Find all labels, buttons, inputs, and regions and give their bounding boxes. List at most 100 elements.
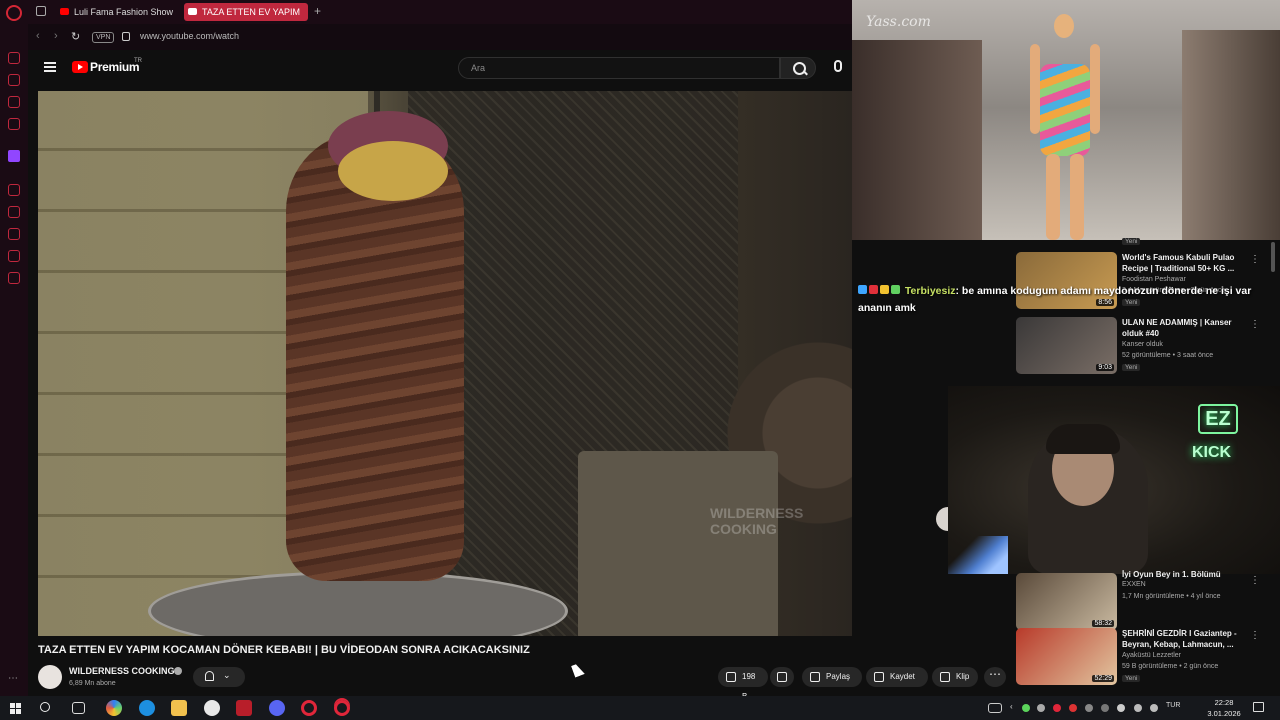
dislike-button[interactable]: [770, 667, 794, 687]
notification-bell-button[interactable]: ⌄: [193, 667, 245, 687]
suggestion-meta: 52 görüntüleme • 3 saat önce: [1122, 352, 1214, 359]
opera-icon[interactable]: [301, 700, 317, 716]
opera-logo-icon[interactable]: [6, 5, 22, 21]
youtube-logo-icon[interactable]: [72, 61, 88, 73]
video-player[interactable]: WILDERNESS COOKING: [38, 91, 852, 636]
search-input[interactable]: Ara: [458, 57, 780, 79]
tray-app-icon[interactable]: [1085, 704, 1093, 712]
volume-icon[interactable]: [1150, 704, 1158, 712]
sidebar-aria-icon[interactable]: [8, 52, 20, 64]
discord-icon[interactable]: [269, 700, 285, 716]
bell-icon: [205, 671, 214, 681]
video-thumbnail[interactable]: 9:03: [1016, 317, 1117, 374]
audio-playing-icon: [188, 8, 197, 15]
share-icon: [810, 672, 820, 682]
notification-icon[interactable]: [1253, 702, 1264, 712]
clock-date: 3.01.2026: [1207, 709, 1241, 718]
browser-sidebar: ⋯: [0, 0, 28, 696]
network-icon[interactable]: [1134, 704, 1142, 712]
file-explorer-icon[interactable]: [171, 700, 187, 716]
tray-chevron-icon[interactable]: ‹: [1010, 702, 1013, 711]
list-item[interactable]: Yeni: [1016, 238, 1266, 252]
windows-start-icon[interactable]: [10, 703, 21, 714]
chat-username: Terbiyesiz: [904, 285, 956, 297]
sidebar-instagram-icon[interactable]: [8, 118, 20, 130]
search-button[interactable]: [780, 57, 816, 79]
sidebar-history-icon[interactable]: [8, 228, 20, 240]
task-view-icon[interactable]: [72, 702, 85, 714]
microphone-tray-icon[interactable]: [1117, 704, 1125, 712]
kebab-menu-icon[interactable]: ⋮: [1250, 319, 1260, 330]
tray-app-icon[interactable]: [1101, 704, 1109, 712]
kebab-menu-icon[interactable]: ⋮: [1250, 254, 1260, 265]
sidebar-extensions-icon[interactable]: [8, 250, 20, 262]
suggestion-title[interactable]: ŞEHRİNİ GEZDİR I Gaziantep - Beyran, Keb…: [1122, 628, 1246, 650]
runway-crowd-left: [852, 40, 982, 240]
sidebar-more-icon[interactable]: ⋯: [8, 673, 18, 684]
sidebar-player-icon[interactable]: [8, 184, 20, 196]
list-item[interactable]: 9:03 ULAN NE ADAMMIŞ | Kanser olduk #40 …: [1016, 317, 1266, 377]
tab-islands-icon[interactable]: [36, 6, 46, 16]
suggestion-title[interactable]: İyi Oyun Bey in 1. Bölümü: [1122, 569, 1246, 580]
more-actions-button[interactable]: ⋯: [984, 667, 1006, 687]
url-field[interactable]: www.youtube.com/watch: [140, 31, 239, 41]
runway-watermark: Yass.com: [866, 14, 931, 30]
forward-icon[interactable]: ›: [54, 30, 58, 42]
model-head: [1054, 14, 1074, 38]
tab-luli-fama[interactable]: Luli Fama Fashion Show S: [56, 3, 176, 21]
video-watermark: WILDERNESS COOKING: [710, 505, 804, 537]
chat-message: Terbiyesiz: be amına kodugum adamı maydo…: [858, 283, 1278, 317]
tab-taza-etten[interactable]: TAZA ETTEN EV YAPIM: [184, 3, 308, 21]
sidebar-bookmarks-icon[interactable]: [8, 206, 20, 218]
suggestion-title[interactable]: World's Famous Kabuli Pulao Recipe | Tra…: [1122, 252, 1246, 274]
new-badge: Yeni: [1122, 364, 1141, 371]
back-icon[interactable]: ‹: [36, 30, 40, 42]
opera-gx-icon[interactable]: [334, 700, 350, 716]
kebab-menu-icon[interactable]: ⋮: [1250, 630, 1260, 641]
streamer-hair: [1046, 424, 1120, 454]
app-icon[interactable]: [236, 700, 252, 716]
reload-icon[interactable]: ↻: [71, 30, 80, 43]
channel-avatar[interactable]: [38, 665, 62, 689]
tray-app-icon[interactable]: [1022, 704, 1030, 712]
tray-app-icon[interactable]: [1053, 704, 1061, 712]
list-item[interactable]: 58:32 İyi Oyun Bey in 1. Bölümü EXXEN 1,…: [1016, 570, 1266, 633]
tray-app-icon[interactable]: [1069, 704, 1077, 712]
neon-sign-ez: EZ: [1198, 404, 1238, 434]
video-title: TAZA ETTEN EV YAPIM KOCAMAN DÖNER KEBABI…: [38, 644, 530, 656]
suggestion-channel[interactable]: Foodistan Peshawar: [1122, 276, 1186, 283]
clip-button[interactable]: Klip: [932, 667, 978, 687]
list-item[interactable]: 52:29 ŞEHRİNİ GEZDİR I Gaziantep - Beyra…: [1016, 628, 1266, 688]
microphone-icon[interactable]: [834, 60, 842, 72]
suggestion-title[interactable]: ULAN NE ADAMMIŞ | Kanser olduk #40: [1122, 317, 1246, 339]
copilot-icon[interactable]: [106, 700, 122, 716]
tray-app-icon[interactable]: [1037, 704, 1045, 712]
suggestion-channel[interactable]: Kanser olduk: [1122, 341, 1163, 348]
share-button[interactable]: Paylaş: [802, 667, 862, 687]
sidebar-scrollbar[interactable]: [1271, 242, 1275, 272]
new-tab-button[interactable]: +: [314, 4, 321, 18]
video-thumbnail[interactable]: 52:29: [1016, 628, 1117, 685]
keyboard-icon[interactable]: [988, 703, 1002, 713]
taskbar-search-icon[interactable]: [40, 702, 50, 712]
suggestion-channel[interactable]: Ayaküstü Lezzetler: [1122, 652, 1181, 659]
sidebar-twitch-icon[interactable]: [8, 150, 20, 162]
kebab-menu-icon[interactable]: ⋮: [1250, 575, 1260, 586]
sidebar-settings-icon[interactable]: [8, 272, 20, 284]
sidebar-whatsapp-icon[interactable]: [8, 96, 20, 108]
menu-icon[interactable]: [44, 62, 56, 72]
video-thumbnail[interactable]: 58:32: [1016, 573, 1117, 630]
youtube-premium-logo[interactable]: Premium: [90, 60, 140, 74]
vpn-badge[interactable]: VPN: [92, 32, 115, 43]
sidebar-messenger-icon[interactable]: [8, 74, 20, 86]
language-indicator[interactable]: TUR: [1166, 702, 1180, 709]
save-button[interactable]: Kaydet: [866, 667, 928, 687]
chrome-icon[interactable]: [204, 700, 220, 716]
channel-name[interactable]: WILDERNESS COOKING: [69, 666, 175, 676]
lock-icon[interactable]: [122, 32, 130, 41]
taskbar-clock[interactable]: 22:28 3.01.2026: [1202, 697, 1246, 719]
like-button[interactable]: 198 B: [718, 667, 768, 701]
edge-icon[interactable]: [139, 700, 155, 716]
suggestion-channel[interactable]: EXXEN: [1122, 581, 1146, 588]
suggestion-meta: 1,7 Mn görüntüleme • 4 yıl önce: [1122, 593, 1221, 600]
